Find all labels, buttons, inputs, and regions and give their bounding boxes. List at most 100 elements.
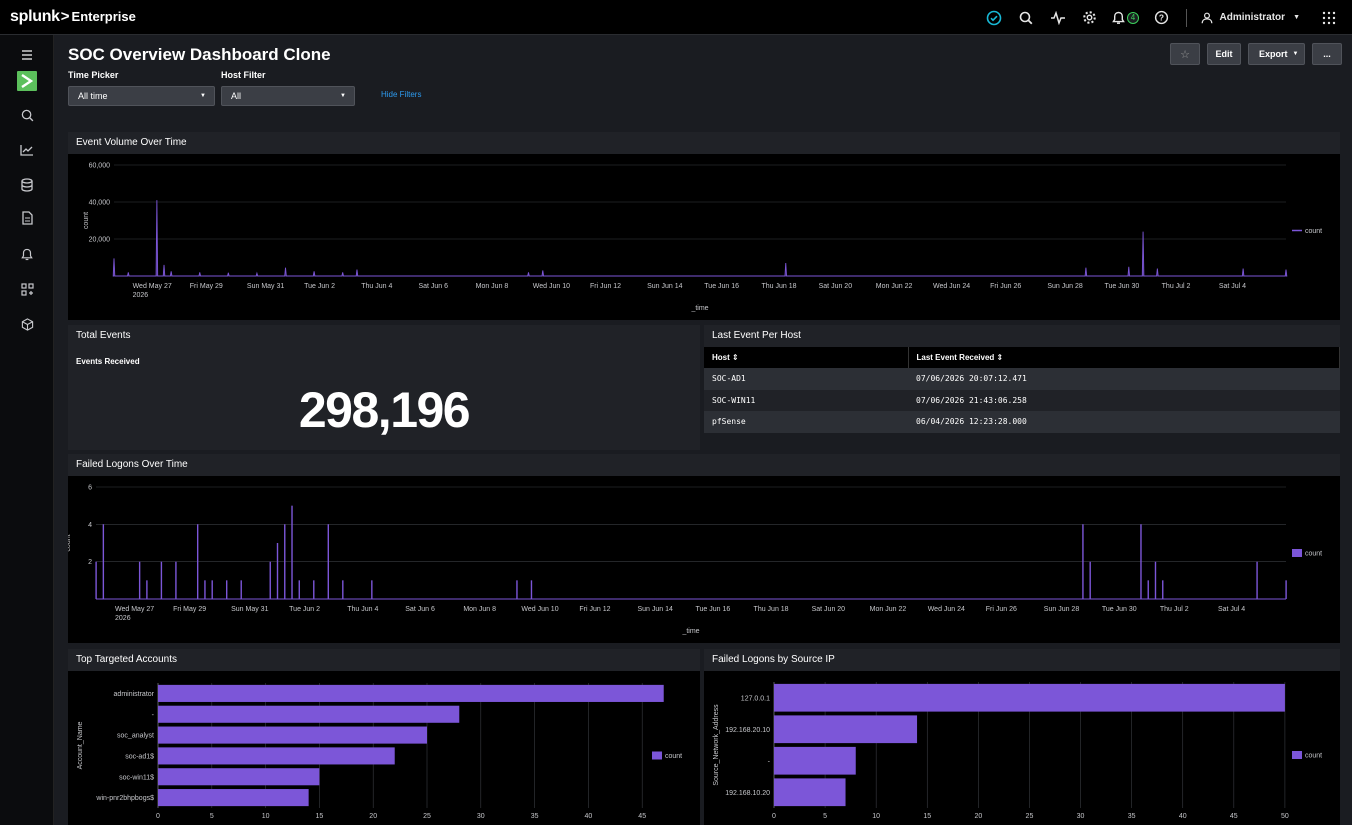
chart-icon[interactable]: [17, 140, 37, 160]
top-accounts-panel: Top Targeted Accounts 0 5 10 15 20 25 30 35 40 45…: [68, 649, 700, 825]
time-picker-dropdown[interactable]: All time ▼: [68, 86, 215, 106]
x-tick-label: Sun Jun 14: [647, 283, 683, 290]
host-cell: pfSense: [704, 411, 908, 433]
x-tick-label: Sat Jun 6: [418, 283, 448, 290]
x-tick-label: Sun May 31: [231, 606, 268, 613]
bar: [1154, 561, 1157, 599]
x-tick-label: Thu Jul 2: [1162, 283, 1191, 290]
legend-swatch: [1292, 549, 1302, 557]
legend-label: count: [665, 753, 682, 760]
apps-grid-icon[interactable]: [1306, 0, 1352, 35]
chevron-down-icon: ▼: [1293, 14, 1300, 21]
x-tick-label: 25: [1026, 813, 1034, 820]
package-icon[interactable]: [17, 314, 37, 334]
host-filter-dropdown[interactable]: All ▼: [221, 86, 355, 106]
favorite-button[interactable]: ☆: [1170, 43, 1200, 65]
category-label: win-pnr2bhpbogs$: [95, 795, 154, 802]
x-tick-year: 2026: [133, 292, 149, 299]
y-tick-label: 6: [88, 485, 92, 492]
bar: [276, 543, 279, 599]
hide-filters-link[interactable]: Hide Filters: [381, 90, 421, 99]
more-actions-button[interactable]: ...: [1312, 43, 1342, 65]
search-icon[interactable]: [1010, 0, 1042, 35]
x-tick-label: Fri Jun 26: [990, 283, 1021, 290]
bar: [342, 580, 344, 599]
top-bar-divider: [1185, 8, 1187, 27]
app-logo-icon[interactable]: [17, 71, 37, 91]
event-volume-chart[interactable]: 20,000 40,000 60,000 count Wed May 27 2026 Fri…: [68, 154, 1340, 320]
events-received-label: Events Received: [76, 357, 140, 366]
menu-icon[interactable]: [17, 45, 37, 65]
table-row[interactable]: pfSense 06/04/2026 12:23:28.000: [704, 411, 1340, 433]
top-accounts-chart[interactable]: 0 5 10 15 20 25 30 35 40 45 count Account_Name admin…: [68, 671, 700, 825]
x-tick-label: Sat Jun 6: [405, 606, 435, 613]
failed-logons-time-chart[interactable]: 2 4 6 count Wed May 27 2026 Fri May 29 Sun May …: [68, 476, 1340, 643]
user-menu[interactable]: Administrator ▼: [1195, 12, 1307, 24]
x-tick-label: Thu Jun 4: [347, 606, 378, 613]
chevron-down-icon: ▼: [1292, 51, 1299, 57]
x-tick-year: 2026: [115, 615, 131, 622]
host-cell: SOC-AD1: [704, 368, 908, 390]
x-tick-label: 20: [369, 813, 377, 820]
table-row[interactable]: SOC-AD1 07/06/2026 20:07:12.471: [704, 368, 1340, 390]
bell-icon[interactable]: [17, 244, 37, 264]
x-tick-label: Sat Jun 20: [819, 283, 853, 290]
search-icon[interactable]: [17, 105, 37, 125]
category-label: 127.0.0.1: [741, 695, 770, 702]
bar: [1082, 524, 1084, 599]
notification-count-badge: 4: [1127, 11, 1139, 24]
column-header-host[interactable]: Host ⇕: [704, 347, 909, 368]
bar: [313, 580, 315, 599]
logo-brand: splunk: [10, 8, 60, 25]
bar: [196, 524, 199, 599]
x-axis-title: _time: [690, 305, 708, 312]
last-event-cell: 07/06/2026 20:07:12.471: [908, 368, 1340, 390]
activity-icon[interactable]: [1042, 0, 1074, 35]
export-button[interactable]: Export ▼: [1248, 43, 1305, 65]
category-label: 192.168.20.10: [725, 727, 770, 734]
x-tick-label: Wed Jun 24: [933, 283, 970, 290]
last-event-cell: 06/04/2026 12:23:28.000: [908, 411, 1340, 433]
category-label: -: [152, 712, 155, 719]
health-check-icon[interactable]: [978, 0, 1010, 35]
host-cell: SOC-WIN11: [704, 389, 908, 411]
x-tick-label: 35: [1128, 813, 1136, 820]
x-tick-label: Wed May 27: [115, 606, 154, 613]
panel-title: Event Volume Over Time: [68, 132, 1340, 154]
x-tick-label: Sun Jun 14: [637, 606, 673, 613]
apps-icon[interactable]: [17, 279, 37, 299]
x-tick-label: Wed Jun 24: [928, 606, 965, 613]
bar: [284, 524, 286, 599]
datasets-icon[interactable]: [17, 175, 37, 195]
bar: [1256, 561, 1258, 599]
logo-product: Enterprise: [71, 9, 136, 24]
x-tick-label: Thu Jun 18: [754, 606, 789, 613]
x-tick-label: Sat Jul 4: [1219, 283, 1246, 290]
y-tick-label: 20,000: [89, 237, 111, 244]
splunk-logo[interactable]: splunk > Enterprise: [10, 8, 136, 26]
bar: [95, 561, 97, 599]
x-tick-label: 0: [772, 813, 776, 820]
document-icon[interactable]: [17, 208, 37, 228]
host-filter-label: Host Filter: [221, 70, 266, 80]
legend-label: count: [1305, 551, 1322, 558]
table-row[interactable]: SOC-WIN11 07/06/2026 21:43:06.258: [704, 389, 1340, 411]
y-tick-label: 60,000: [89, 163, 111, 170]
x-tick-label: 30: [1077, 813, 1085, 820]
edit-button[interactable]: Edit: [1207, 43, 1241, 65]
x-tick-label: Sat Jul 4: [1218, 606, 1245, 613]
top-bar-icons: 4 ? Administrator ▼: [978, 0, 1352, 35]
gear-icon[interactable]: [1074, 0, 1106, 35]
category-label: administrator: [114, 691, 155, 698]
bar: [530, 580, 533, 599]
help-icon[interactable]: ?: [1146, 0, 1178, 35]
bar: [516, 580, 518, 599]
x-tick-label: 5: [210, 813, 214, 820]
column-header-last-event[interactable]: Last Event Received ⇕: [908, 347, 1340, 368]
time-picker-value: All time: [78, 91, 108, 101]
x-tick-label: Fri May 29: [173, 606, 206, 613]
notifications-button[interactable]: 4: [1106, 0, 1146, 35]
x-tick-label: 45: [1230, 813, 1238, 820]
failed-by-ip-chart[interactable]: 0 5 10 15 20 25 30 35 40 45 50 count Source_Network_…: [704, 671, 1340, 825]
bar: [240, 580, 242, 599]
